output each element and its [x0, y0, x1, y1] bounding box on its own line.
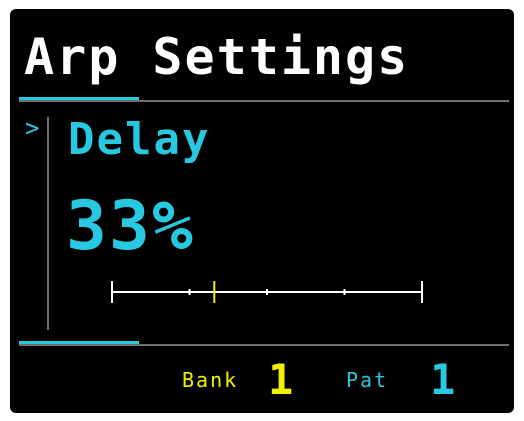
menu-vertical-line: [47, 117, 49, 330]
parameter-name[interactable]: Delay: [68, 113, 210, 167]
footer-divider: [19, 344, 509, 346]
selection-cursor-icon: >: [25, 114, 42, 142]
title-divider: [19, 100, 509, 102]
footer-divider-accent: [19, 341, 139, 344]
page-title: Arp Settings: [24, 28, 410, 86]
bank-label: Bank: [182, 368, 239, 392]
pattern-value: 1: [430, 355, 458, 404]
delay-slider[interactable]: [110, 279, 424, 305]
device-screen: Arp Settings > Delay 33% Bank 1 Pat 1: [10, 9, 514, 413]
title-divider-accent: [19, 97, 139, 100]
bank-value: 1: [268, 355, 296, 404]
parameter-value: 33%: [66, 187, 195, 266]
pattern-label: Pat: [346, 368, 389, 392]
slider-graphic: [111, 281, 423, 303]
